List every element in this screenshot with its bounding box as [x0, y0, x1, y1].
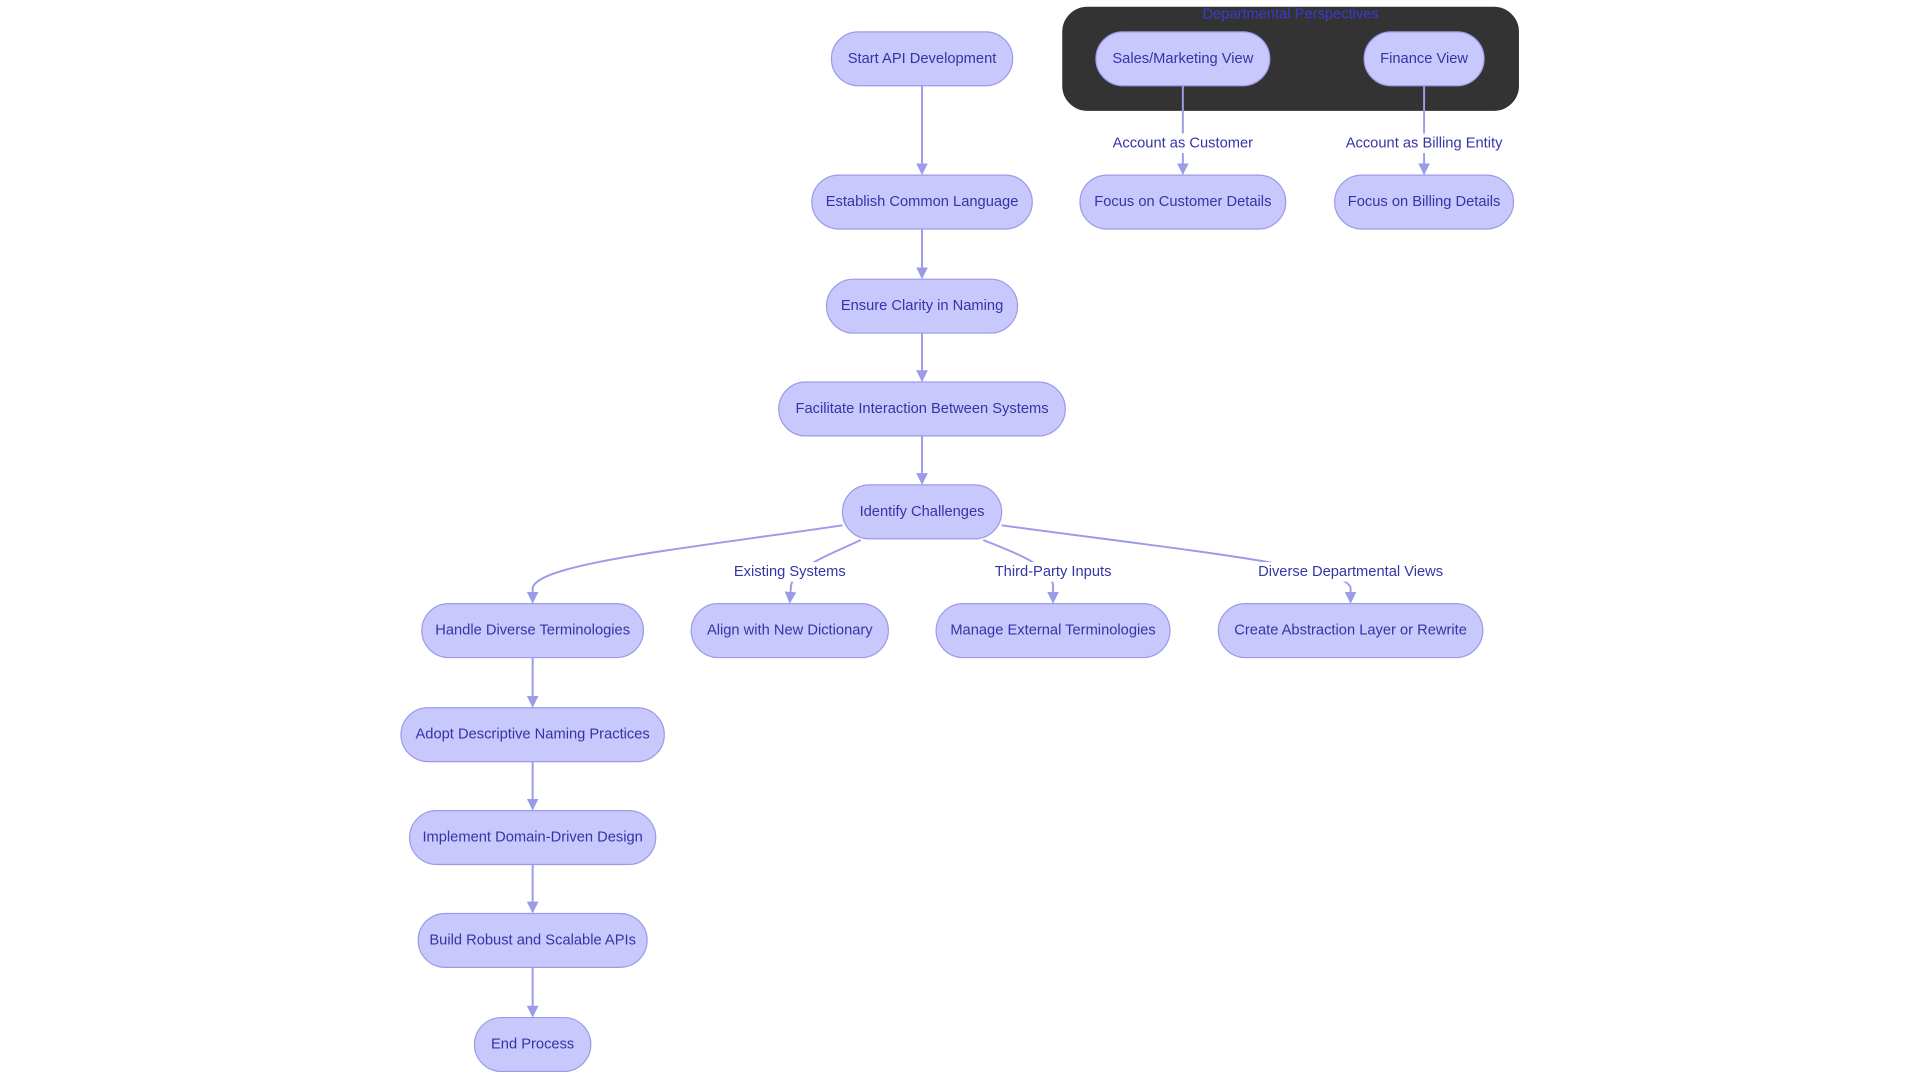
node-facilitate[interactable]: Facilitate Interaction Between Systems	[778, 381, 1066, 437]
node-label: Focus on Billing Details	[1348, 194, 1501, 210]
edge-label: Account as Billing Entity	[1346, 135, 1503, 151]
node-label: Adopt Descriptive Naming Practices	[416, 727, 650, 743]
node-identify[interactable]: Identify Challenges	[841, 484, 1003, 540]
edge-label: Account as Customer	[1113, 135, 1254, 151]
node-ensure[interactable]: Ensure Clarity in Naming	[825, 278, 1019, 334]
node-label: Identify Challenges	[860, 504, 985, 520]
node-label: Start API Development	[848, 51, 997, 67]
node-label: Create Abstraction Layer or Rewrite	[1234, 623, 1467, 639]
cluster-title: Departmental Perspectives	[1202, 7, 1378, 23]
node-adopt[interactable]: Adopt Descriptive Naming Practices	[400, 707, 665, 763]
node-label: Establish Common Language	[826, 194, 1019, 210]
node-end[interactable]: End Process	[473, 1016, 592, 1073]
node-focusBilling[interactable]: Focus on Billing Details	[1334, 174, 1515, 230]
flowchart-canvas: Departmental Perspectives Existing Syste…	[400, 7, 1526, 1073]
node-align[interactable]: Align with New Dictionary	[690, 603, 889, 659]
node-label: Build Robust and Scalable APIs	[429, 932, 636, 948]
edge-label: Existing Systems	[734, 564, 846, 580]
node-label: Ensure Clarity in Naming	[841, 298, 1003, 314]
edge-label: Diverse Departmental Views	[1258, 564, 1443, 580]
node-handle[interactable]: Handle Diverse Terminologies	[421, 603, 645, 659]
node-start[interactable]: Start API Development	[830, 31, 1014, 87]
node-label: Align with New Dictionary	[707, 623, 873, 639]
node-label: Manage External Terminologies	[950, 623, 1155, 639]
node-label: Focus on Customer Details	[1094, 194, 1271, 210]
node-sales[interactable]: Sales/Marketing View	[1095, 31, 1271, 87]
node-build[interactable]: Build Robust and Scalable APIs	[417, 912, 648, 968]
node-label: Sales/Marketing View	[1112, 51, 1253, 67]
node-label: Handle Diverse Terminologies	[435, 623, 630, 639]
node-label: Facilitate Interaction Between Systems	[796, 401, 1049, 417]
node-label: Finance View	[1380, 51, 1468, 67]
node-finance[interactable]: Finance View	[1363, 31, 1485, 87]
node-implement[interactable]: Implement Domain-Driven Design	[408, 810, 657, 866]
node-focusCustomer[interactable]: Focus on Customer Details	[1079, 174, 1287, 230]
node-label: End Process	[491, 1036, 574, 1052]
node-establish[interactable]: Establish Common Language	[811, 174, 1033, 230]
node-label: Implement Domain-Driven Design	[422, 830, 642, 846]
node-manage[interactable]: Manage External Terminologies	[935, 603, 1171, 659]
edge-label: Third-Party Inputs	[995, 564, 1112, 580]
node-create[interactable]: Create Abstraction Layer or Rewrite	[1217, 603, 1484, 659]
